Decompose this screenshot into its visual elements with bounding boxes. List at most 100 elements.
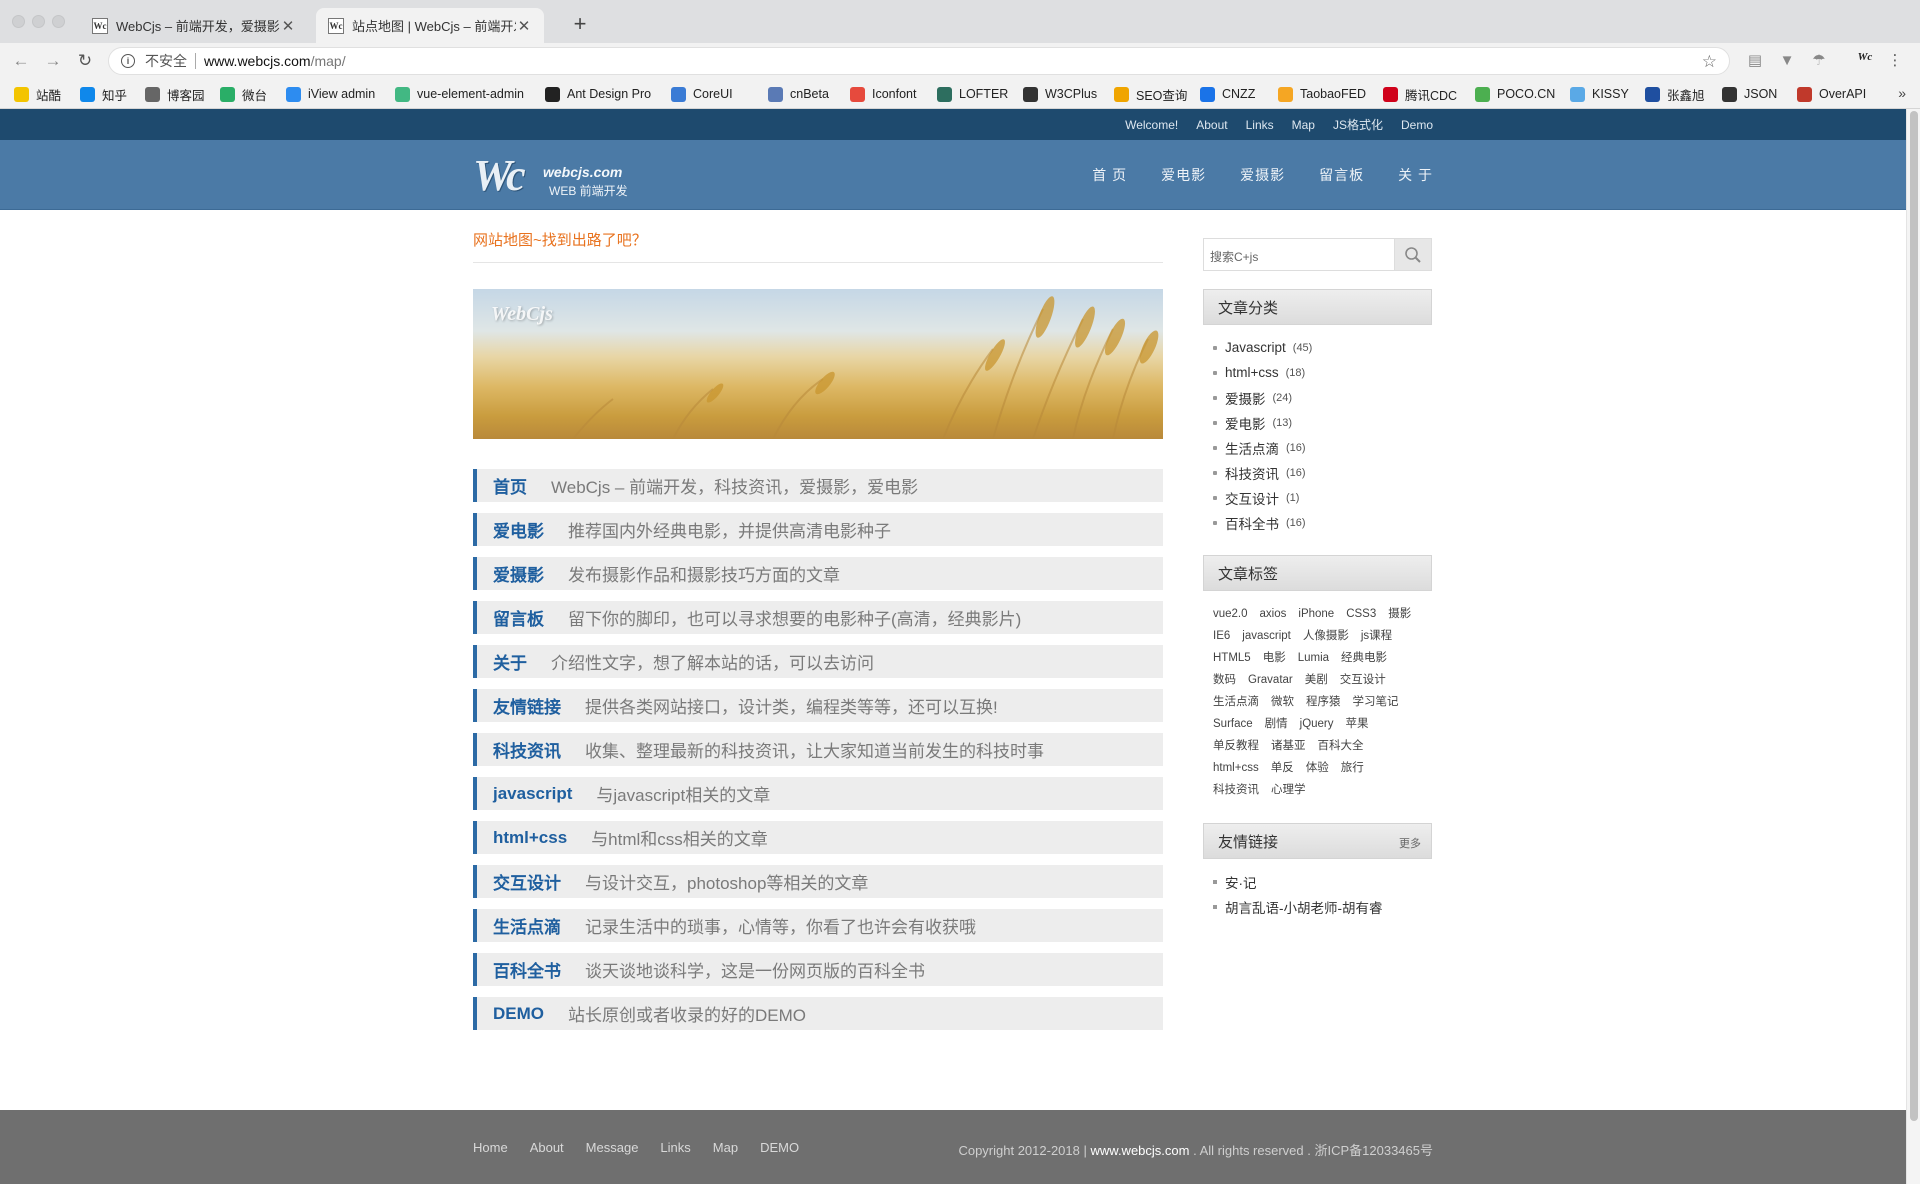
tag-link[interactable]: 体验 (1306, 757, 1329, 779)
tag-link[interactable]: vue2.0 (1213, 603, 1248, 625)
category-link[interactable]: 科技资讯 (1225, 463, 1279, 483)
sitemap-row[interactable]: 关于 介绍性文字，想了解本站的话，可以去访问 (473, 645, 1163, 678)
sitemap-row[interactable]: 科技资讯 收集、整理最新的科技资讯，让大家知道当前发生的科技时事 (473, 733, 1163, 766)
bookmark-item[interactable]: 站酷 (14, 84, 61, 104)
top-link[interactable]: JS格式化 (1333, 116, 1383, 133)
sitemap-row[interactable]: 交互设计 与设计交互，photoshop等相关的文章 (473, 865, 1163, 898)
top-link[interactable]: Map (1292, 118, 1315, 132)
sitemap-link[interactable]: 百科全书 (493, 957, 561, 982)
bookmark-item[interactable]: 腾讯CDC (1383, 84, 1457, 104)
browser-tab-sitemap[interactable]: Wc 站点地图 | WebCjs – 前端开发， ✕ (316, 8, 544, 43)
copyright-site-link[interactable]: www.webcjs.com (1091, 1143, 1190, 1158)
footer-link[interactable]: DEMO (760, 1140, 799, 1155)
friend-link[interactable]: 安·记 (1225, 872, 1257, 892)
tag-link[interactable]: axios (1260, 603, 1287, 625)
bookmark-item[interactable]: cnBeta (768, 84, 829, 104)
bookmark-item[interactable]: iView admin (286, 84, 375, 104)
bookmark-item[interactable]: CNZZ (1200, 84, 1255, 104)
tag-link[interactable]: 美剧 (1305, 669, 1328, 691)
nav-item[interactable]: 留言板 (1319, 165, 1364, 185)
tag-link[interactable]: 旅行 (1341, 757, 1364, 779)
back-arrow-icon[interactable]: ← (10, 51, 32, 71)
sitemap-link[interactable]: javascript (493, 784, 572, 804)
sitemap-link[interactable]: 爱电影 (493, 517, 544, 542)
search-button[interactable] (1394, 239, 1431, 270)
tag-link[interactable]: 数码 (1213, 669, 1236, 691)
sitemap-row[interactable]: javascript 与javascript相关的文章 (473, 777, 1163, 810)
address-bar[interactable]: i 不安全 www.webcjs.com/map/ ☆ (108, 47, 1730, 75)
tag-link[interactable]: js课程 (1361, 625, 1392, 647)
site-logo[interactable]: Wc webcjs.com WEB 前端开发 (473, 150, 643, 202)
webcjs-extension-icon[interactable]: Wc (1854, 51, 1876, 71)
tag-link[interactable]: CSS3 (1346, 603, 1376, 625)
category-item[interactable]: html+css (18) (1213, 360, 1432, 385)
bookmarks-overflow-icon[interactable]: » (1898, 85, 1906, 101)
top-link[interactable]: Demo (1401, 118, 1433, 132)
nav-item[interactable]: 爱电影 (1161, 165, 1206, 185)
close-icon[interactable]: ✕ (280, 17, 296, 35)
tag-link[interactable]: html+css (1213, 757, 1259, 779)
bookmark-item[interactable]: POCO.CN (1475, 84, 1555, 104)
friend-link-item[interactable]: 安·记 (1213, 869, 1432, 894)
tag-link[interactable]: 摄影 (1388, 603, 1411, 625)
friend-link[interactable]: 胡言乱语-小胡老师-胡有睿 (1225, 897, 1383, 917)
sitemap-row[interactable]: html+css 与html和css相关的文章 (473, 821, 1163, 854)
reload-icon[interactable]: ↻ (74, 51, 96, 71)
category-item[interactable]: 交互设计 (1) (1213, 485, 1432, 510)
tag-link[interactable]: iPhone (1298, 603, 1334, 625)
sitemap-link[interactable]: 交互设计 (493, 869, 561, 894)
tag-link[interactable]: 单反 (1271, 757, 1294, 779)
close-window-button[interactable] (12, 15, 25, 28)
bookmark-item[interactable]: LOFTER (937, 84, 1008, 104)
category-link[interactable]: html+css (1225, 365, 1279, 380)
category-item[interactable]: 科技资讯 (16) (1213, 460, 1432, 485)
tag-link[interactable]: 交互设计 (1340, 669, 1386, 691)
tag-link[interactable]: 剧情 (1265, 713, 1288, 735)
new-tab-button[interactable]: + (570, 12, 590, 36)
tag-link[interactable]: Gravatar (1248, 669, 1293, 691)
bookmark-item[interactable]: CoreUI (671, 84, 733, 104)
footer-link[interactable]: Home (473, 1140, 508, 1155)
bookmark-item[interactable]: 博客园 (145, 84, 205, 104)
tag-link[interactable]: 单反教程 (1213, 735, 1259, 757)
friend-link-item[interactable]: 胡言乱语-小胡老师-胡有睿 (1213, 894, 1432, 919)
tag-link[interactable]: 科技资讯 (1213, 779, 1259, 801)
tag-link[interactable]: jQuery (1300, 713, 1334, 735)
tag-link[interactable]: 苹果 (1346, 713, 1369, 735)
bookmark-item[interactable]: 微台 (220, 84, 267, 104)
tag-link[interactable]: 程序猿 (1306, 691, 1341, 713)
sitemap-row[interactable]: DEMO 站长原创或者收录的好的DEMO (473, 997, 1163, 1030)
more-links-link[interactable]: 更多 (1399, 835, 1421, 851)
category-item[interactable]: Javascript (45) (1213, 335, 1432, 360)
category-link[interactable]: 生活点滴 (1225, 438, 1279, 458)
category-item[interactable]: 百科全书 (16) (1213, 510, 1432, 535)
bookmark-star-icon[interactable]: ☆ (1702, 52, 1717, 72)
sitemap-link[interactable]: 首页 (493, 473, 527, 498)
sitemap-link[interactable]: DEMO (493, 1004, 544, 1024)
category-item[interactable]: 爱电影 (13) (1213, 410, 1432, 435)
top-link[interactable]: About (1196, 118, 1227, 132)
category-link[interactable]: 爱电影 (1225, 413, 1266, 433)
sitemap-row[interactable]: 爱电影 推荐国内外经典电影，并提供高清电影种子 (473, 513, 1163, 546)
extension-filter-icon[interactable]: ▼ (1776, 51, 1798, 71)
menu-icon[interactable]: ⋮ (1884, 51, 1906, 71)
tag-link[interactable]: 心理学 (1271, 779, 1306, 801)
tag-link[interactable]: 百科大全 (1318, 735, 1364, 757)
tag-link[interactable]: Surface (1213, 713, 1253, 735)
tag-link[interactable]: Lumia (1298, 647, 1329, 669)
page-scrollbar[interactable] (1906, 109, 1920, 1184)
sitemap-row[interactable]: 百科全书 谈天谈地谈科学，这是一份网页版的百科全书 (473, 953, 1163, 986)
sitemap-link[interactable]: 爱摄影 (493, 561, 544, 586)
tag-link[interactable]: 电影 (1263, 647, 1286, 669)
sitemap-link[interactable]: 科技资讯 (493, 737, 561, 762)
sitemap-row[interactable]: 友情链接 提供各类网站接口，设计类，编程类等等，还可以互换! (473, 689, 1163, 722)
sitemap-row[interactable]: 爱摄影 发布摄影作品和摄影技巧方面的文章 (473, 557, 1163, 590)
category-link[interactable]: 百科全书 (1225, 513, 1279, 533)
tag-link[interactable]: 诸基亚 (1271, 735, 1306, 757)
nav-item[interactable]: 爱摄影 (1240, 165, 1285, 185)
bookmark-item[interactable]: OverAPI (1797, 84, 1866, 104)
footer-link[interactable]: About (530, 1140, 564, 1155)
bookmark-item[interactable]: Ant Design Pro (545, 84, 651, 104)
bookmark-item[interactable]: Iconfont (850, 84, 916, 104)
category-link[interactable]: 爱摄影 (1225, 388, 1266, 408)
